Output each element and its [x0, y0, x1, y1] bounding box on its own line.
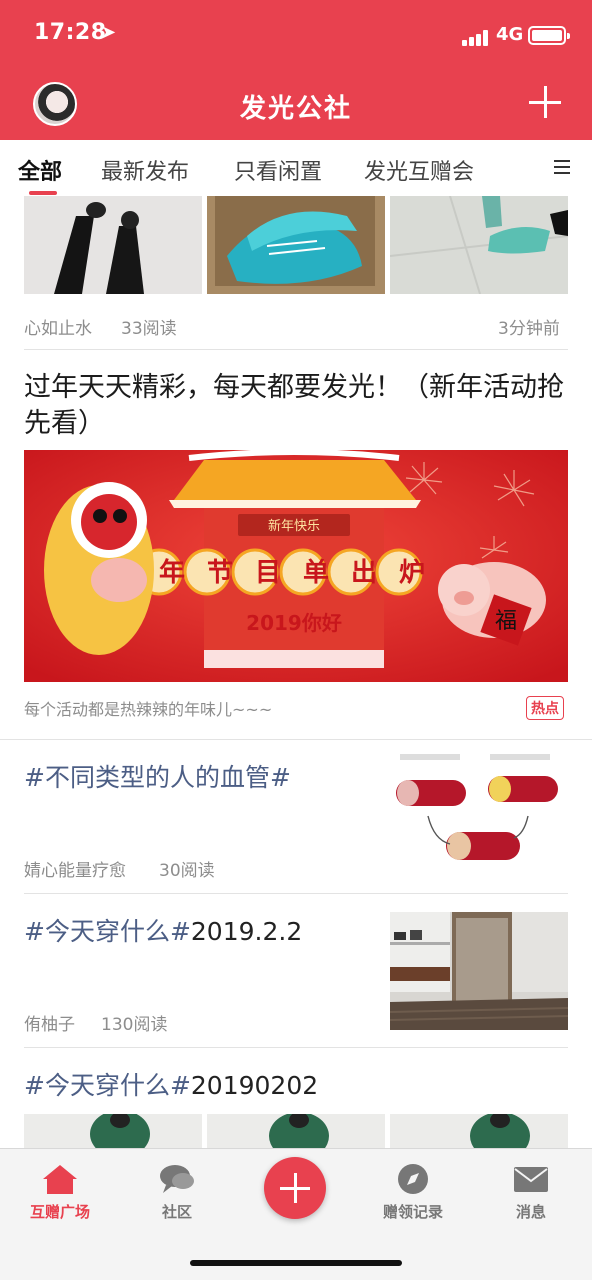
post-read-count: 33阅读: [121, 319, 177, 339]
add-post-button[interactable]: [527, 84, 563, 120]
status-bar: 17:28 ➤ 4G: [0, 0, 592, 70]
divider: [24, 893, 568, 894]
active-tab-indicator: [29, 191, 57, 195]
category-tabs: 全部 最新发布 只看闲置 发光互赠会: [0, 140, 592, 196]
post-time: 3分钟前: [498, 319, 560, 339]
banner-top-text: 新年快乐: [268, 518, 320, 534]
menu-icon[interactable]: [554, 160, 572, 176]
post-caption: 每个活动都是热辣辣的年味儿~~~: [24, 700, 273, 719]
post-photo[interactable]: [207, 196, 385, 294]
post-read-count: 130阅读: [101, 1015, 168, 1035]
post-title[interactable]: 过年天天精彩，每天都要发光！（新年活动抢先看）: [24, 370, 568, 442]
banner-fu-text: 福: [495, 609, 517, 634]
post-banner-image[interactable]: 新年快乐 过年节目单出炉 2019你好 福: [24, 450, 568, 682]
post-read-count: 30阅读: [159, 861, 215, 881]
compass-icon: [394, 1163, 432, 1195]
post-author[interactable]: 侑柚子: [24, 1010, 75, 1035]
chat-bubble-icon: [158, 1163, 196, 1195]
tab-label: 社区: [161, 1203, 192, 1221]
tab-label: 消息: [515, 1203, 546, 1221]
tab-gift-meeting[interactable]: 发光互赠会: [364, 154, 474, 186]
post-topic-tag: #今天穿什么#: [24, 1071, 191, 1100]
divider: [24, 349, 568, 350]
divider: [24, 1047, 568, 1048]
hot-badge: 热点: [526, 696, 564, 720]
post-author[interactable]: 心如止水: [24, 314, 92, 339]
network-label: 4G: [496, 24, 524, 45]
tab-latest[interactable]: 最新发布: [101, 154, 189, 186]
post-photo[interactable]: [207, 1114, 385, 1148]
home-icon: [41, 1163, 79, 1195]
tab-label: 赠领记录: [382, 1203, 443, 1221]
tab-messages[interactable]: 消息: [481, 1163, 581, 1222]
create-post-button[interactable]: [264, 1157, 326, 1219]
post-photo[interactable]: [390, 196, 568, 294]
feed-list[interactable]: 心如止水 33阅读 3分钟前 过年天天精彩，每天都要发光！（新年活动抢先看） 新…: [0, 196, 592, 1148]
post-topic-tag: #今天穿什么#: [24, 917, 191, 946]
home-indicator: [190, 1260, 402, 1266]
signal-icon: [462, 28, 492, 46]
status-time: 17:28: [34, 20, 107, 45]
page-title: 发光公社: [239, 94, 352, 124]
post-photo[interactable]: [24, 1114, 202, 1148]
battery-icon: [528, 26, 570, 45]
post-photo[interactable]: [24, 196, 202, 294]
tab-label: 互赠广场: [29, 1203, 90, 1221]
tab-idle[interactable]: 只看闲置: [234, 154, 322, 186]
tab-community[interactable]: 社区: [127, 1163, 227, 1222]
post-topic-date: 20190202: [190, 1071, 319, 1100]
post-photo[interactable]: [390, 1114, 568, 1148]
post-thumbnail[interactable]: [390, 912, 568, 1030]
tab-gift-square[interactable]: 互赠广场: [10, 1163, 110, 1222]
top-nav-bar: 发光公社: [0, 70, 592, 140]
post-topic-date: 2019.2.2: [190, 917, 303, 946]
post-topic-title[interactable]: #今天穿什么#20190202: [24, 1066, 318, 1102]
location-arrow-icon: ➤: [101, 22, 117, 43]
post-topic-title[interactable]: #今天穿什么#2019.2.2: [24, 912, 302, 948]
mail-icon: [512, 1163, 550, 1195]
post-thumbnail[interactable]: [390, 754, 568, 874]
tab-gift-records[interactable]: 赠领记录: [363, 1163, 463, 1222]
banner-year-text: 2019你好: [246, 611, 342, 635]
post-topic-title[interactable]: #不同类型的人的血管#: [24, 758, 291, 794]
tab-all[interactable]: 全部: [18, 154, 62, 186]
divider: [0, 739, 592, 740]
post-author[interactable]: 婧心能量疗愈: [24, 856, 126, 881]
banner-main-text: 过年节目单出炉: [111, 557, 447, 588]
